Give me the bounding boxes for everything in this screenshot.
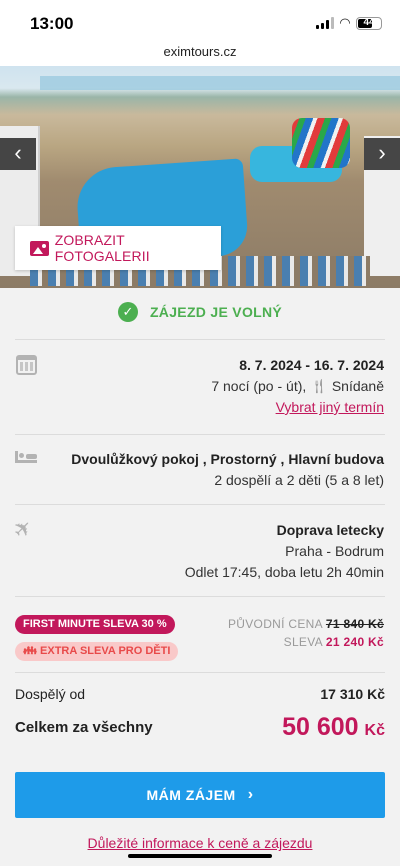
term-section: 8. 7. 2024 - 16. 7. 2024 7 nocí (po - út… <box>211 355 384 418</box>
extra-discount-badge: 👪︎ EXTRA SLEVA PRO DĚTI <box>15 642 179 661</box>
availability-status: ✓ ZÁJEZD JE VOLNÝ <box>0 300 400 324</box>
cellular-signal-icon <box>316 17 334 29</box>
extra-discount-label: EXTRA SLEVA PRO DĚTI <box>40 645 171 657</box>
interest-button[interactable]: MÁM ZÁJEM › <box>15 772 385 818</box>
home-indicator <box>128 854 272 858</box>
original-price-label: PŮVODNÍ CENA <box>227 617 323 631</box>
adult-price-label: Dospělý od <box>15 686 86 702</box>
bed-icon <box>15 451 37 463</box>
chevron-right-icon: › <box>247 786 254 803</box>
total-price-row: Celkem za všechny 50 600 Kč <box>15 713 385 742</box>
availability-label: ZÁJEZD JE VOLNÝ <box>149 304 283 320</box>
url-text: eximtours.cz <box>163 44 237 59</box>
discount-value: 21 240 Kč <box>325 635 384 649</box>
show-gallery-label: ZOBRAZIT FOTOGALERII <box>54 232 150 264</box>
plane-icon: ✈︎ <box>7 513 39 545</box>
divider <box>15 434 385 435</box>
room-occupancy: 2 dospělí a 2 děti (5 a 8 let) <box>214 472 384 488</box>
total-currency: Kč <box>364 722 385 739</box>
divider <box>15 596 385 597</box>
adult-price-value: 17 310 Kč <box>320 686 385 702</box>
interest-button-label: MÁM ZÁJEM <box>146 787 236 803</box>
change-term-link[interactable]: Vybrat jiný termín <box>276 399 384 415</box>
term-nights: 7 nocí (po - út), <box>211 378 307 394</box>
total-price-label: Celkem za všechny <box>15 719 153 736</box>
photo-sea <box>40 76 400 90</box>
transport-route: Praha - Bodrum <box>285 543 384 559</box>
discount-label: SLEVA <box>283 635 323 649</box>
carousel-prev-button[interactable]: ‹ <box>0 138 36 170</box>
wifi-icon: ◠ <box>340 15 350 30</box>
total-price-value: 50 600 Kč <box>282 713 385 742</box>
divider <box>15 504 385 505</box>
adult-price-row: Dospělý od 17 310 Kč <box>15 686 385 702</box>
term-meal: Snídaně <box>331 378 384 394</box>
battery-level: 44 <box>363 16 375 28</box>
battery-icon: 44 <box>356 16 382 30</box>
photo-waterslides <box>292 118 350 168</box>
price-breakdown: PŮVODNÍ CENA 71 840 Kč SLEVA 21 240 Kč <box>228 615 384 651</box>
chevron-left-icon: ‹ <box>14 140 22 165</box>
status-time: 13:00 <box>30 14 74 33</box>
divider <box>15 339 385 340</box>
room-type: Dvoulůžkový pokoj , Prostorný , Hlavní b… <box>71 451 384 467</box>
divider <box>15 672 385 673</box>
carousel-next-button[interactable]: › <box>364 138 400 170</box>
transport-type: Doprava letecky <box>276 522 384 538</box>
transport-section: Doprava letecky Praha - Bodrum Odlet 17:… <box>185 520 384 583</box>
room-section: Dvoulůžkový pokoj , Prostorný , Hlavní b… <box>71 449 384 491</box>
original-price-value: 71 840 Kč <box>325 617 384 631</box>
family-icon: 👪︎ <box>23 645 37 657</box>
total-amount: 50 600 <box>282 713 359 741</box>
first-minute-badge: FIRST MINUTE SLEVA 30 % <box>15 615 175 634</box>
chevron-right-icon: › <box>378 140 386 165</box>
status-bar: 13:00 ◠ 44 <box>0 0 400 40</box>
important-info-link[interactable]: Důležité informace k ceně a zájezdu <box>0 835 400 851</box>
transport-departure: Odlet 17:45, doba letu 2h 40min <box>184 564 384 580</box>
check-circle-icon: ✓ <box>117 302 138 322</box>
term-dates: 8. 7. 2024 - 16. 7. 2024 <box>239 357 384 373</box>
calendar-icon <box>16 355 37 375</box>
system-icons: ◠ 44 <box>316 15 382 31</box>
url-bar[interactable]: eximtours.cz <box>0 40 400 66</box>
hotel-photo-carousel[interactable]: ‹ › ZOBRAZIT FOTOGALERII <box>0 66 400 288</box>
cutlery-icon: 🍴︎ <box>310 378 328 394</box>
image-icon <box>30 240 49 256</box>
show-gallery-button[interactable]: ZOBRAZIT FOTOGALERII <box>15 226 221 270</box>
